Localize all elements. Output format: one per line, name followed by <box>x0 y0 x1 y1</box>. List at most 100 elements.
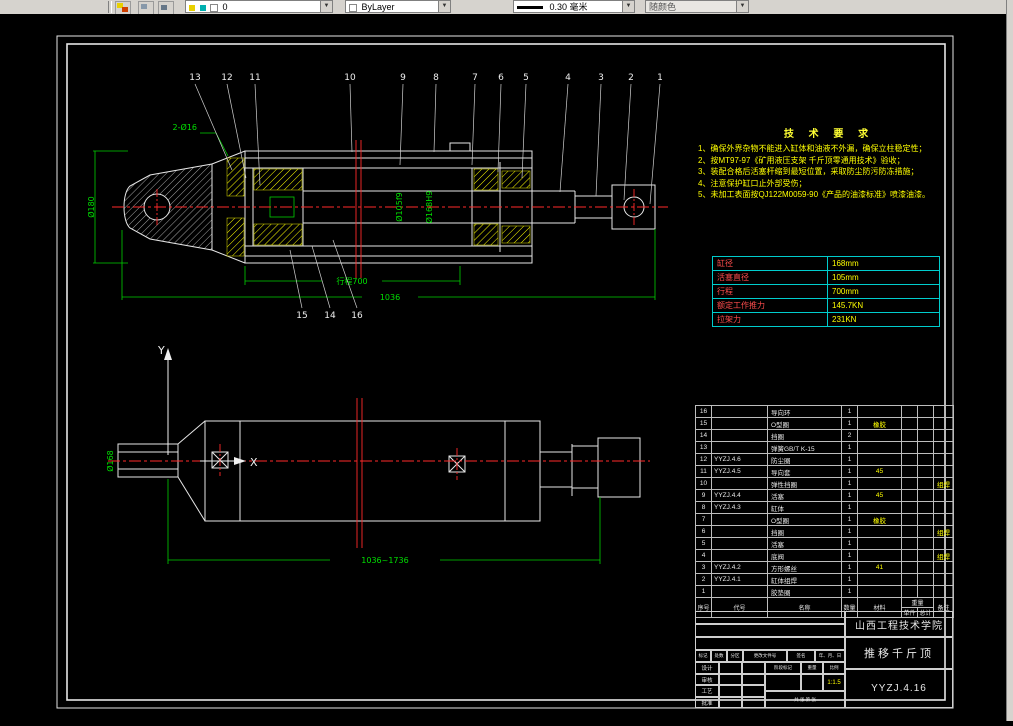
bom-cell-name: 活塞 <box>767 537 842 550</box>
bom-cell-no: 6 <box>695 525 712 538</box>
bom-cell-name: 活塞 <box>767 489 842 502</box>
tech-requirements-title: 技 术 要 求 <box>783 129 875 140</box>
bom-cell-no: 11 <box>695 465 712 478</box>
plotstyle-dropdown-arrow-icon[interactable]: ▼ <box>736 1 748 12</box>
callout-number: 13 <box>189 73 200 83</box>
parameter-table: 缸径 168mm 活塞直径 105mm 行程 700mm 额定工作推力 145.7KN 拉架力 2… <box>712 256 940 327</box>
callout-leaders-bottom <box>289 239 358 309</box>
layer-state-icon <box>189 4 195 11</box>
lineweight-value: 0.30 毫米 <box>549 2 588 12</box>
bom-cell-total <box>917 489 934 502</box>
bom-cell-no: 14 <box>695 429 712 442</box>
bom-cell-mat: 橡胶 <box>857 417 902 430</box>
layer-control-dropdown[interactable]: 0 ▼ <box>185 0 333 13</box>
plotstyle-control-dropdown[interactable]: 随颜色 ▼ <box>645 0 749 13</box>
bom-cell-note <box>933 405 954 418</box>
bom-cell-total <box>917 573 934 586</box>
bom-header-row: 序号 代号 名称 数量 材料 重量 备注 <box>695 597 954 618</box>
bom-row: 3 YYZJ.4.2 方形螺丝 1 41 <box>695 561 954 574</box>
bom-cell-code: YYZJ.4.2 <box>711 561 768 574</box>
layer-previous-icon[interactable] <box>158 1 174 15</box>
bom-cell-code: YYZJ.4.1 <box>711 573 768 586</box>
bom-cell-no: 1 <box>695 585 712 598</box>
bom-row: 6 挡圈 1 组焊 <box>695 525 954 538</box>
bom-cell-note <box>933 417 954 430</box>
y-axis-arrow-icon <box>164 348 172 360</box>
label-mark: 标记 <box>695 650 711 662</box>
lineweight-control-dropdown[interactable]: 0.30 毫米 ▼ <box>513 0 635 13</box>
param-row: 活塞直径 105mm <box>712 270 940 285</box>
bom-cell-unit <box>901 405 918 418</box>
param-table-body: 缸径 168mm 活塞直径 105mm 行程 700mm 额定工作推力 145.7KN 拉架力 2… <box>712 256 940 327</box>
callout-number: 14 <box>324 311 336 321</box>
cad-canvas[interactable]: Ø180 2-Ø16 Ø105f9 Ø168H9 行程700 1036 13 1… <box>0 14 1013 721</box>
bom-row: 15 O型圈 1 橡胶 <box>695 417 954 430</box>
label-sign: 签名 <box>787 650 815 662</box>
callout-number: 8 <box>433 73 439 83</box>
color-value: ByLayer <box>361 2 395 12</box>
bom-cell-code <box>711 549 768 562</box>
param-row: 行程 700mm <box>712 284 940 299</box>
bom-row: 14 挡圈 2 <box>695 429 954 442</box>
param-value: 145.7KN <box>827 298 940 313</box>
bom-cell-name: 弹性挡圈 <box>767 477 842 490</box>
axis-indicator: Y X <box>157 344 258 469</box>
dim-bore-dia: Ø168H9 <box>424 191 434 224</box>
bom-cell-mat <box>857 573 902 586</box>
layer-properties-icon[interactable] <box>115 1 131 15</box>
label-weight: 重量 <box>801 662 823 674</box>
bom-cell-qty: 1 <box>841 465 858 478</box>
bom-cell-qty: 1 <box>841 573 858 586</box>
param-row: 额定工作推力 145.7KN <box>712 298 940 313</box>
bom-row: 16 导向环 1 <box>695 405 954 418</box>
bom-cell-unit <box>901 453 918 466</box>
bom-cell-unit <box>901 561 918 574</box>
bom-cell-note: 组焊 <box>933 525 954 538</box>
layer-dropdown-arrow-icon[interactable]: ▼ <box>320 1 332 12</box>
bom-cell-name: 导向套 <box>767 465 842 478</box>
bom-cell-unit <box>901 465 918 478</box>
bom-cell-mat <box>857 501 902 514</box>
bom-cell-mat: 45 <box>857 489 902 502</box>
bom-row: 9 YYZJ.4.4 活塞 1 45 <box>695 489 954 502</box>
bom-cell-qty: 1 <box>841 525 858 538</box>
callout-number: 4 <box>565 73 571 83</box>
bom-cell-unit <box>901 513 918 526</box>
bom-cell-name: 胶垫圈 <box>767 585 842 598</box>
dim-overall-range: 1036~1736 <box>361 556 408 565</box>
bom-table-body: 16 导向环 1 15 O型圈 1 橡胶 14 挡圈 2 13 弹簧GB/T K-15 1 12 YYZJ.… <box>695 405 954 598</box>
param-value: 700mm <box>827 284 940 299</box>
param-label: 拉架力 <box>712 312 828 327</box>
x-axis-label: X <box>250 456 258 469</box>
param-value: 105mm <box>827 270 940 285</box>
lineweight-dropdown-arrow-icon[interactable]: ▼ <box>622 1 634 12</box>
bom-cell-code <box>711 537 768 550</box>
bom-cell-qty: 1 <box>841 537 858 550</box>
bom-cell-total <box>917 465 934 478</box>
label-approve: 批准 <box>695 697 719 708</box>
bom-cell-name: 导向环 <box>767 405 842 418</box>
bom-cell-mat <box>857 405 902 418</box>
revision-row-empty <box>695 637 845 650</box>
label-check: 审核 <box>695 674 719 685</box>
revision-row-empty <box>695 624 845 637</box>
callout-number: 1 <box>657 73 663 83</box>
bom-cell-unit <box>901 585 918 598</box>
bom-cell-code <box>711 429 768 442</box>
toolbar-separator <box>108 1 112 13</box>
bom-cell-code <box>711 417 768 430</box>
bom-cell-name: 挡圈 <box>767 429 842 442</box>
color-dropdown-arrow-icon[interactable]: ▼ <box>438 1 450 12</box>
bom-row: 12 YYZJ.4.6 防尘圈 1 <box>695 453 954 466</box>
bom-cell-qty: 1 <box>841 489 858 502</box>
label-design: 设计 <box>695 662 719 674</box>
plan-body <box>204 420 541 522</box>
bom-cell-no: 9 <box>695 489 712 502</box>
color-control-dropdown[interactable]: ByLayer ▼ <box>345 0 451 13</box>
callout-number: 10 <box>344 73 356 83</box>
make-layer-current-icon[interactable] <box>138 1 154 15</box>
bom-cell-code <box>711 525 768 538</box>
tech-requirements: 技 术 要 求 1、确保外界杂物不能进入缸体和油液不外漏，确保立柱稳定性； 2、按… <box>698 125 960 201</box>
drawing-title: 推移千斤顶 <box>845 637 953 669</box>
bom-row: 5 活塞 1 <box>695 537 954 550</box>
